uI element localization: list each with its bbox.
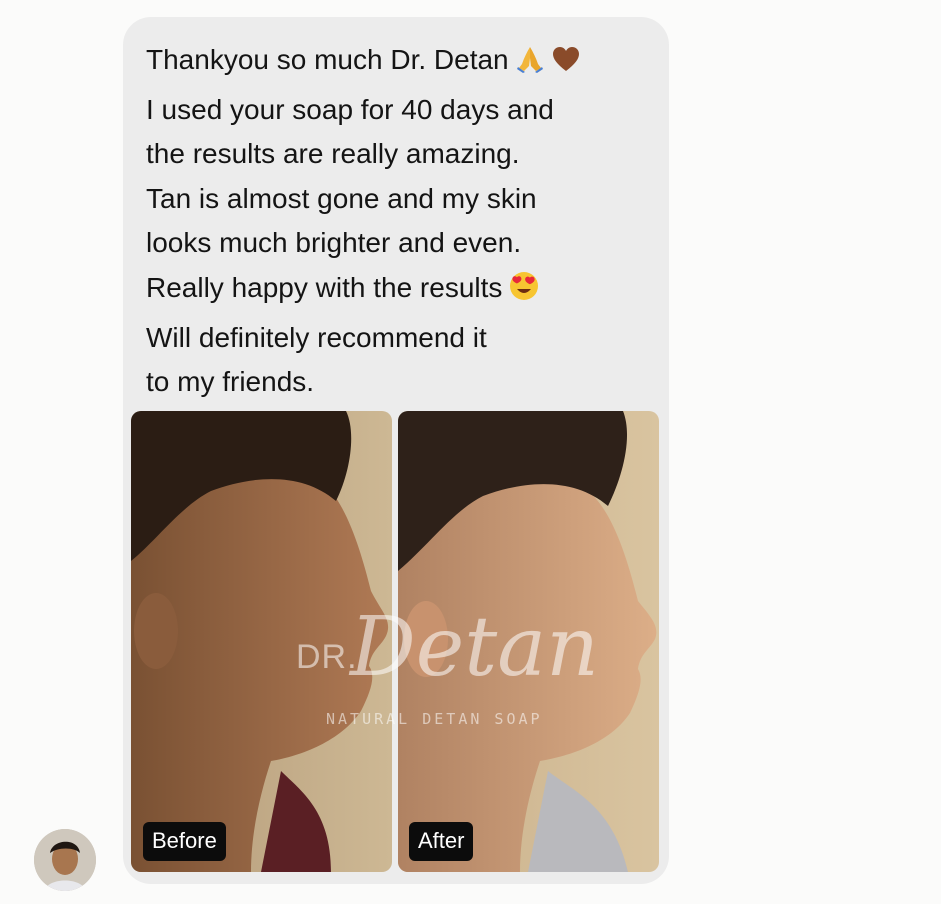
message-line: Thankyou so much Dr. Detan	[146, 38, 646, 88]
message-line: the results are really amazing.	[146, 138, 520, 170]
folded-hands-icon	[515, 43, 545, 88]
before-photo[interactable]: Before	[131, 411, 392, 872]
heart-eyes-face-icon	[508, 270, 540, 316]
after-label: After	[409, 822, 474, 861]
message-line: Will definitely recommend it	[146, 321, 487, 353]
brown-heart-icon	[551, 43, 581, 88]
message-line: Really happy with the results	[146, 266, 646, 316]
after-photo[interactable]: After	[398, 411, 659, 872]
before-label: Before	[143, 822, 226, 861]
message-text: Thankyou so much Dr. Detan I used your s…	[146, 38, 646, 405]
message-line: Tan is almost gone and my skin	[146, 182, 537, 214]
message-line: looks much brighter and even.	[146, 227, 522, 259]
avatar[interactable]	[34, 829, 96, 891]
message-line: I used your soap for 40 days and	[146, 93, 554, 125]
message-line: to my friends.	[146, 366, 315, 398]
